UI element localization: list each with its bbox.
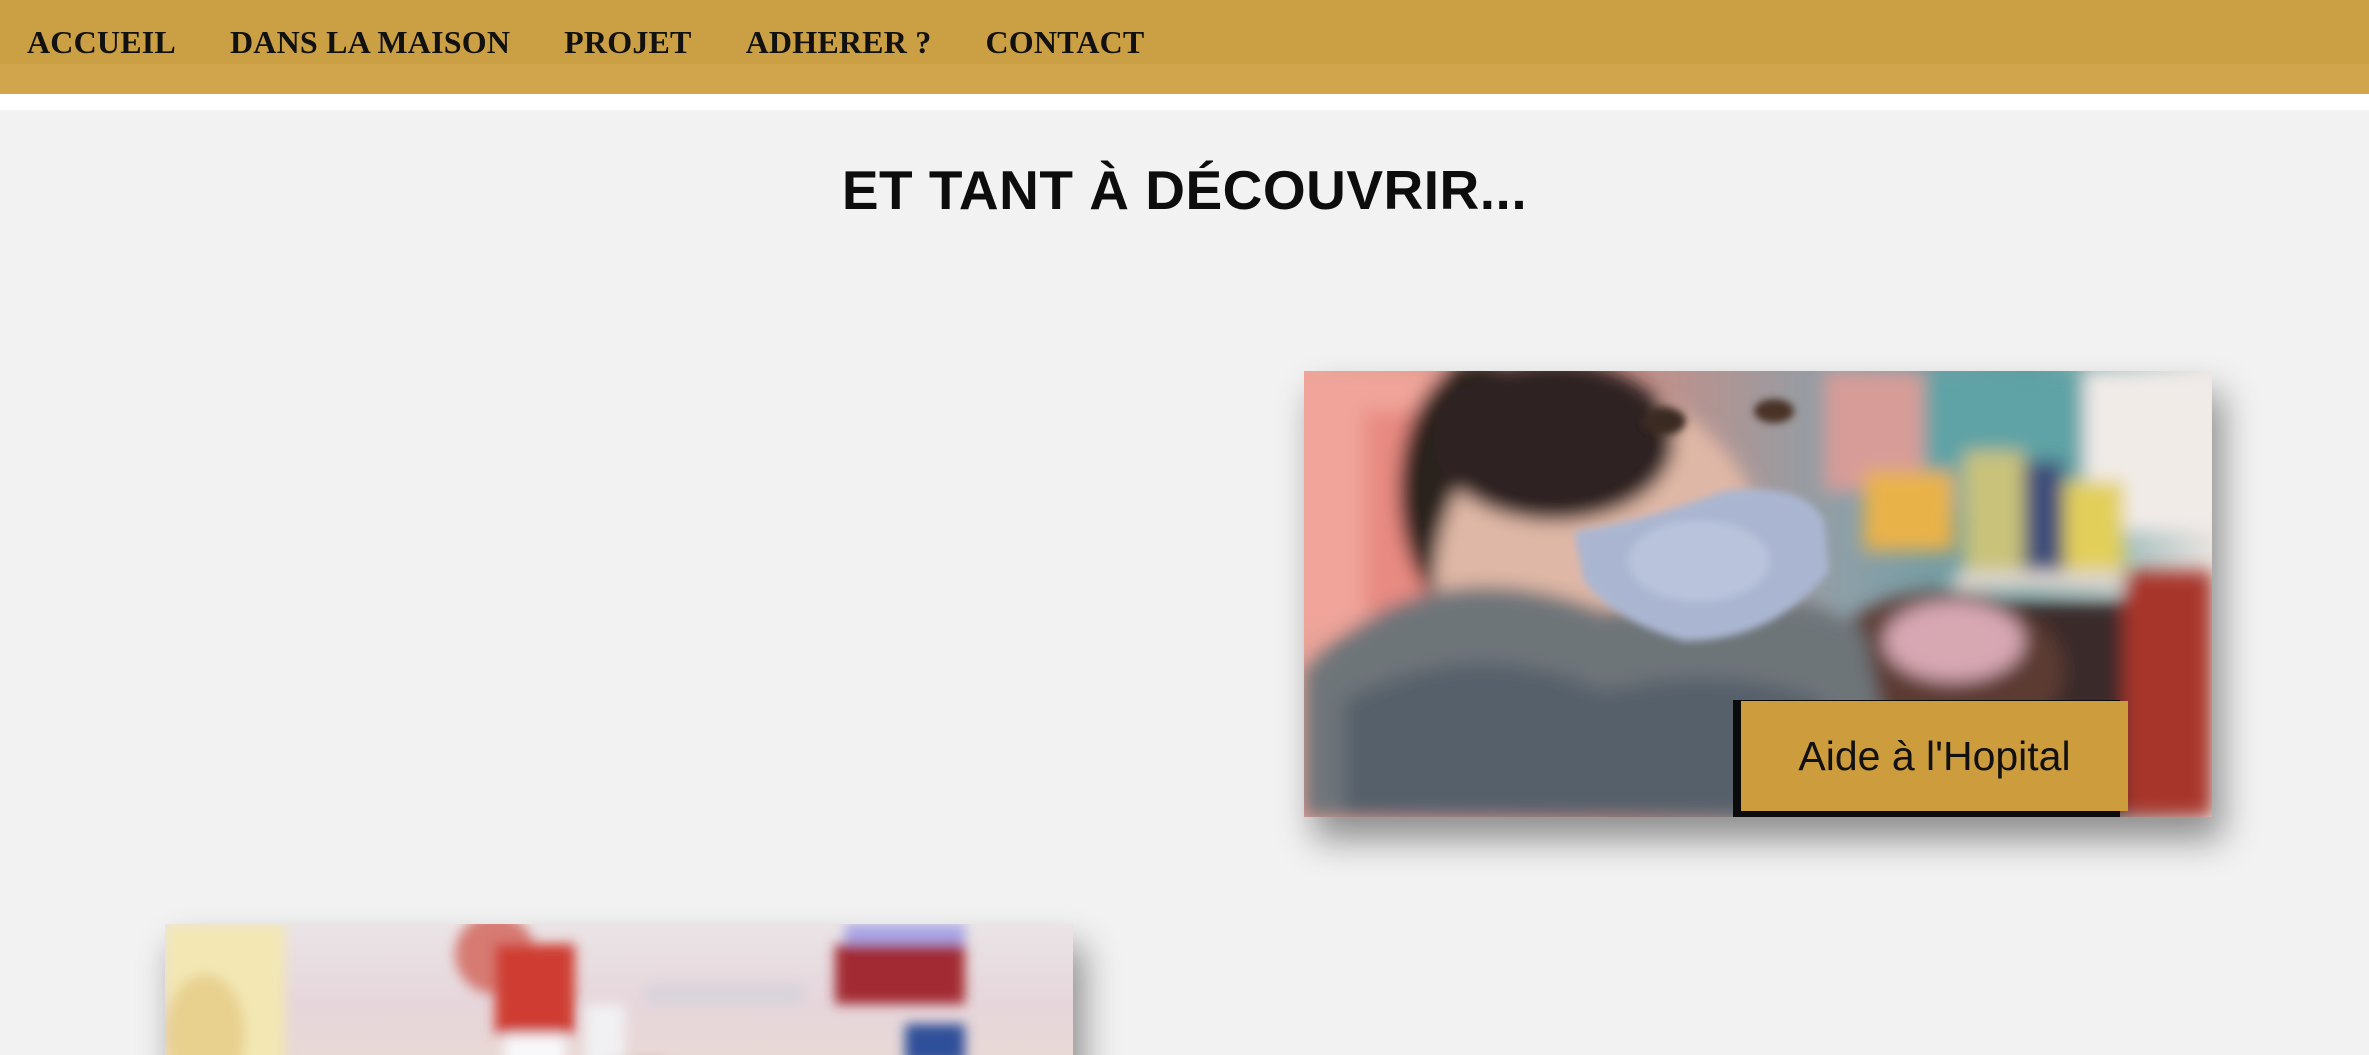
- top-navigation-bar: ACCUEIL DANS LA MAISON PROJET ADHERER ? …: [0, 0, 2369, 94]
- card-label-aide-hopital[interactable]: Aide à l'Hopital: [1741, 701, 2128, 811]
- card-photo-sport: [165, 924, 1073, 1055]
- nav-bar-lower-band: [0, 64, 2369, 94]
- main-menu: ACCUEIL DANS LA MAISON PROJET ADHERER ? …: [27, 24, 1144, 61]
- card-sport[interactable]: [165, 924, 1073, 1055]
- card-aide-hopital[interactable]: Aide à l'Hopital: [1304, 371, 2212, 817]
- nav-item-adherer[interactable]: ADHERER ?: [746, 24, 932, 61]
- page: ACCUEIL DANS LA MAISON PROJET ADHERER ? …: [0, 0, 2369, 1055]
- header-divider: [0, 94, 2369, 110]
- nav-item-projet[interactable]: PROJET: [564, 24, 691, 61]
- section-title: ET TANT À DÉCOUVRIR...: [841, 159, 1528, 221]
- nav-item-contact[interactable]: CONTACT: [985, 24, 1144, 61]
- nav-item-accueil[interactable]: ACCUEIL: [27, 24, 176, 61]
- nav-item-dans-la-maison[interactable]: DANS LA MAISON: [230, 24, 510, 61]
- sport-photo-illustration: [165, 924, 1073, 1055]
